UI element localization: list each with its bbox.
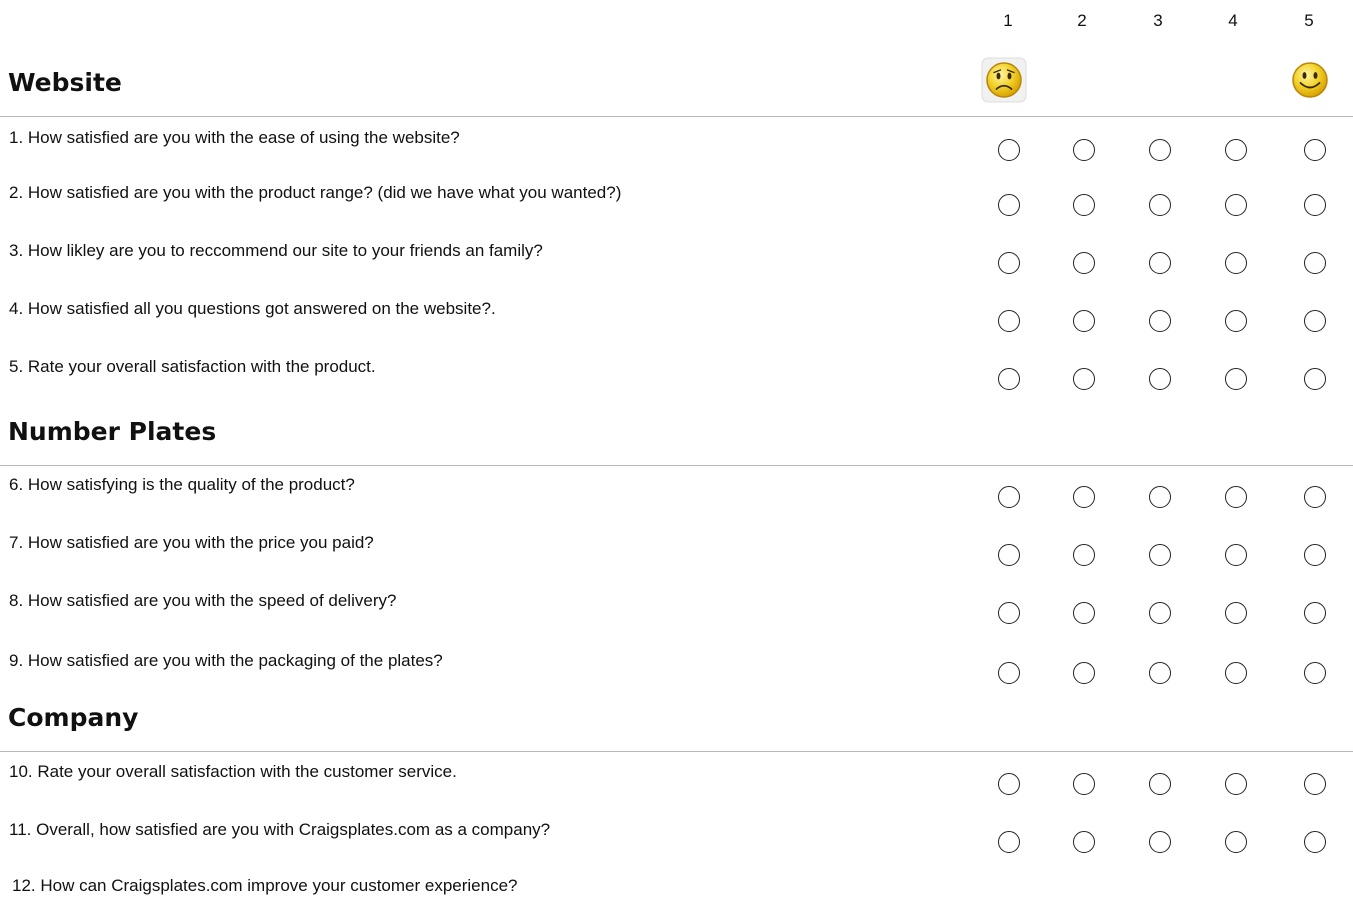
question-text-2: 2. How satisfied are you with the produc… [9, 183, 622, 202]
q10-option-3-radio[interactable] [1149, 773, 1171, 795]
q7-option-4-radio[interactable] [1225, 544, 1247, 566]
q4-option-4-radio[interactable] [1225, 310, 1247, 332]
question-row-7: 7. How satisfied are you with the price … [0, 531, 1353, 571]
question-text-7: 7. How satisfied are you with the price … [9, 533, 374, 552]
question-row-1: 1. How satisfied are you with the ease o… [0, 126, 1353, 166]
question-text-4: 4. How satisfied all you questions got a… [9, 299, 496, 318]
q2-option-5-radio[interactable] [1304, 194, 1326, 216]
question-row-6: 6. How satisfying is the quality of the … [0, 473, 1353, 513]
q3-option-4-radio[interactable] [1225, 252, 1247, 274]
q1-option-4-radio[interactable] [1225, 139, 1247, 161]
q1-option-1-radio[interactable] [998, 139, 1020, 161]
q8-option-1-radio[interactable] [998, 602, 1020, 624]
q5-option-2-radio[interactable] [1073, 368, 1095, 390]
section-title-company: Company [8, 703, 139, 732]
q6-option-1-radio[interactable] [998, 486, 1020, 508]
q8-option-4-radio[interactable] [1225, 602, 1247, 624]
q9-option-4-radio[interactable] [1225, 662, 1247, 684]
q5-option-3-radio[interactable] [1149, 368, 1171, 390]
rating-scale-header: 1 2 3 4 5 [0, 8, 1353, 34]
q5-option-5-radio[interactable] [1304, 368, 1326, 390]
scale-label-1: 1 [1003, 11, 1013, 30]
q3-option-3-radio[interactable] [1149, 252, 1171, 274]
happy-face-icon [1287, 57, 1333, 103]
sad-face-icon [981, 57, 1027, 103]
question-text-11: 11. Overall, how satisfied are you with … [9, 820, 551, 839]
q9-option-1-radio[interactable] [998, 662, 1020, 684]
q2-option-4-radio[interactable] [1225, 194, 1247, 216]
question-row-2: 2. How satisfied are you with the produc… [0, 181, 1353, 221]
q2-option-1-radio[interactable] [998, 194, 1020, 216]
section-title-website: Website [8, 68, 122, 97]
section-divider [0, 751, 1353, 752]
q8-option-5-radio[interactable] [1304, 602, 1326, 624]
q10-option-2-radio[interactable] [1073, 773, 1095, 795]
section-divider [0, 465, 1353, 466]
q6-option-2-radio[interactable] [1073, 486, 1095, 508]
q11-option-3-radio[interactable] [1149, 831, 1171, 853]
q7-option-3-radio[interactable] [1149, 544, 1171, 566]
q5-option-4-radio[interactable] [1225, 368, 1247, 390]
q9-option-5-radio[interactable] [1304, 662, 1326, 684]
q10-option-5-radio[interactable] [1304, 773, 1326, 795]
question-row-5: 5. Rate your overall satisfaction with t… [0, 355, 1353, 395]
q4-option-5-radio[interactable] [1304, 310, 1326, 332]
scale-label-5: 5 [1304, 11, 1314, 30]
q11-option-1-radio[interactable] [998, 831, 1020, 853]
question-text-10: 10. Rate your overall satisfaction with … [9, 762, 457, 781]
q11-option-5-radio[interactable] [1304, 831, 1326, 853]
question-text-9: 9. How satisfied are you with the packag… [9, 651, 443, 670]
question-row-10: 10. Rate your overall satisfaction with … [0, 760, 1353, 800]
q4-option-2-radio[interactable] [1073, 310, 1095, 332]
q6-option-5-radio[interactable] [1304, 486, 1326, 508]
q1-option-2-radio[interactable] [1073, 139, 1095, 161]
scale-label-3: 3 [1153, 11, 1163, 30]
section-divider [0, 116, 1353, 117]
question-row-8: 8. How satisfied are you with the speed … [0, 589, 1353, 629]
q1-option-5-radio[interactable] [1304, 139, 1326, 161]
q3-option-1-radio[interactable] [998, 252, 1020, 274]
question-row-9: 9. How satisfied are you with the packag… [0, 649, 1353, 689]
q4-option-1-radio[interactable] [998, 310, 1020, 332]
question-text-5: 5. Rate your overall satisfaction with t… [9, 357, 376, 376]
question-row-11: 11. Overall, how satisfied are you with … [0, 818, 1353, 858]
q10-option-1-radio[interactable] [998, 773, 1020, 795]
question-text-3: 3. How likley are you to reccommend our … [9, 241, 543, 260]
q5-option-1-radio[interactable] [998, 368, 1020, 390]
q2-option-2-radio[interactable] [1073, 194, 1095, 216]
q11-option-4-radio[interactable] [1225, 831, 1247, 853]
q9-option-3-radio[interactable] [1149, 662, 1171, 684]
question-text-8: 8. How satisfied are you with the speed … [9, 591, 397, 610]
q7-option-1-radio[interactable] [998, 544, 1020, 566]
q6-option-3-radio[interactable] [1149, 486, 1171, 508]
q2-option-3-radio[interactable] [1149, 194, 1171, 216]
q11-option-2-radio[interactable] [1073, 831, 1095, 853]
q7-option-2-radio[interactable] [1073, 544, 1095, 566]
q3-option-5-radio[interactable] [1304, 252, 1326, 274]
q3-option-2-radio[interactable] [1073, 252, 1095, 274]
q9-option-2-radio[interactable] [1073, 662, 1095, 684]
scale-label-4: 4 [1228, 11, 1238, 30]
q8-option-2-radio[interactable] [1073, 602, 1095, 624]
question-text-1: 1. How satisfied are you with the ease o… [9, 128, 460, 147]
q1-option-3-radio[interactable] [1149, 139, 1171, 161]
scale-label-2: 2 [1077, 11, 1087, 30]
question-text-6: 6. How satisfying is the quality of the … [9, 475, 355, 494]
question-row-4: 4. How satisfied all you questions got a… [0, 297, 1353, 337]
q7-option-5-radio[interactable] [1304, 544, 1326, 566]
q4-option-3-radio[interactable] [1149, 310, 1171, 332]
section-title-number-plates: Number Plates [8, 417, 217, 446]
question-row-3: 3. How likley are you to reccommend our … [0, 239, 1353, 279]
q8-option-3-radio[interactable] [1149, 602, 1171, 624]
q10-option-4-radio[interactable] [1225, 773, 1247, 795]
open-question-label: 12. How can Craigsplates.com improve you… [12, 876, 518, 895]
q6-option-4-radio[interactable] [1225, 486, 1247, 508]
